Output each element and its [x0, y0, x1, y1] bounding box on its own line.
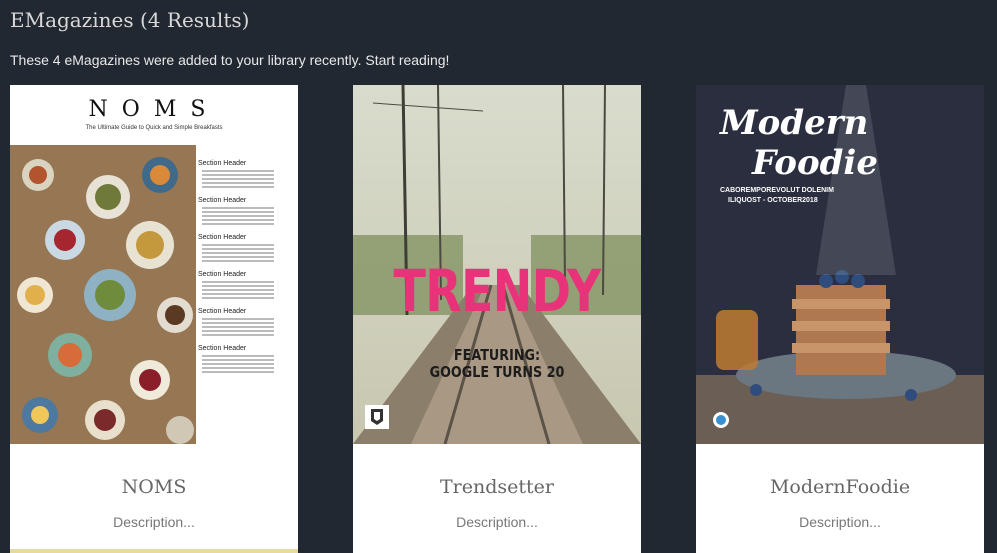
cover-subline1: CABOREMPOREVOLUT DOLENIM	[720, 187, 834, 194]
cover-subline2: ILIQUOST - OCTOBER2018	[728, 197, 818, 204]
cover-title-line2: Foodie	[752, 143, 878, 183]
magazine-description: Description...	[799, 514, 881, 530]
cover-headline: TRENDY	[393, 257, 602, 325]
cover-section-column: Section Header Section Header Section He…	[198, 159, 294, 381]
section-header-label: Section Header	[198, 234, 247, 241]
magazine-cover-trendsetter[interactable]: TRENDY FEATURING: GOOGLE TURNS 20	[353, 85, 641, 444]
page-title: EMagazines (4 Results)	[10, 8, 250, 32]
magazine-card-noms[interactable]: NOMS The Ultimate Guide to Quick and Sim…	[10, 85, 298, 553]
cover-tagline: The Ultimate Guide to Quick and Simple B…	[85, 125, 223, 131]
magazine-description: Description...	[456, 514, 538, 530]
food-table-photo	[10, 145, 196, 444]
magazine-cover-modernfoodie[interactable]: Modern Foodie CABOREMPOREVOLUT DOLENIM I…	[696, 85, 984, 444]
section-header-label: Section Header	[198, 308, 247, 315]
cover-featuring: FEATURING: GOOGLE TURNS 20	[375, 347, 620, 381]
section-header-label: Section Header	[198, 160, 247, 167]
magazine-card-trendsetter[interactable]: TRENDY FEATURING: GOOGLE TURNS 20 Trends…	[353, 85, 641, 553]
magazine-description: Description...	[113, 514, 195, 530]
cover-featuring-line1: FEATURING:	[453, 346, 541, 364]
magazine-title[interactable]: NOMS	[10, 476, 298, 498]
magazine-cover-noms[interactable]: NOMS The Ultimate Guide to Quick and Sim…	[10, 85, 298, 444]
section-header-label: Section Header	[198, 197, 247, 204]
magazine-title[interactable]: Trendsetter	[353, 476, 641, 498]
cover-logo: NOMS	[88, 97, 220, 122]
magazine-title[interactable]: ModernFoodie	[696, 476, 984, 498]
results-subtitle: These 4 eMagazines were added to your li…	[10, 52, 450, 68]
cover-title-line1: Modern	[720, 103, 869, 143]
magazine-card-modernfoodie[interactable]: Modern Foodie CABOREMPOREVOLUT DOLENIM I…	[696, 85, 984, 553]
section-header-label: Section Header	[198, 345, 247, 352]
card-bottom-strip	[10, 549, 298, 553]
publisher-logo-icon	[365, 405, 389, 429]
cover-featuring-line2: GOOGLE TURNS 20	[429, 363, 565, 381]
publisher-logo-icon	[713, 412, 729, 428]
section-header-label: Section Header	[198, 271, 247, 278]
